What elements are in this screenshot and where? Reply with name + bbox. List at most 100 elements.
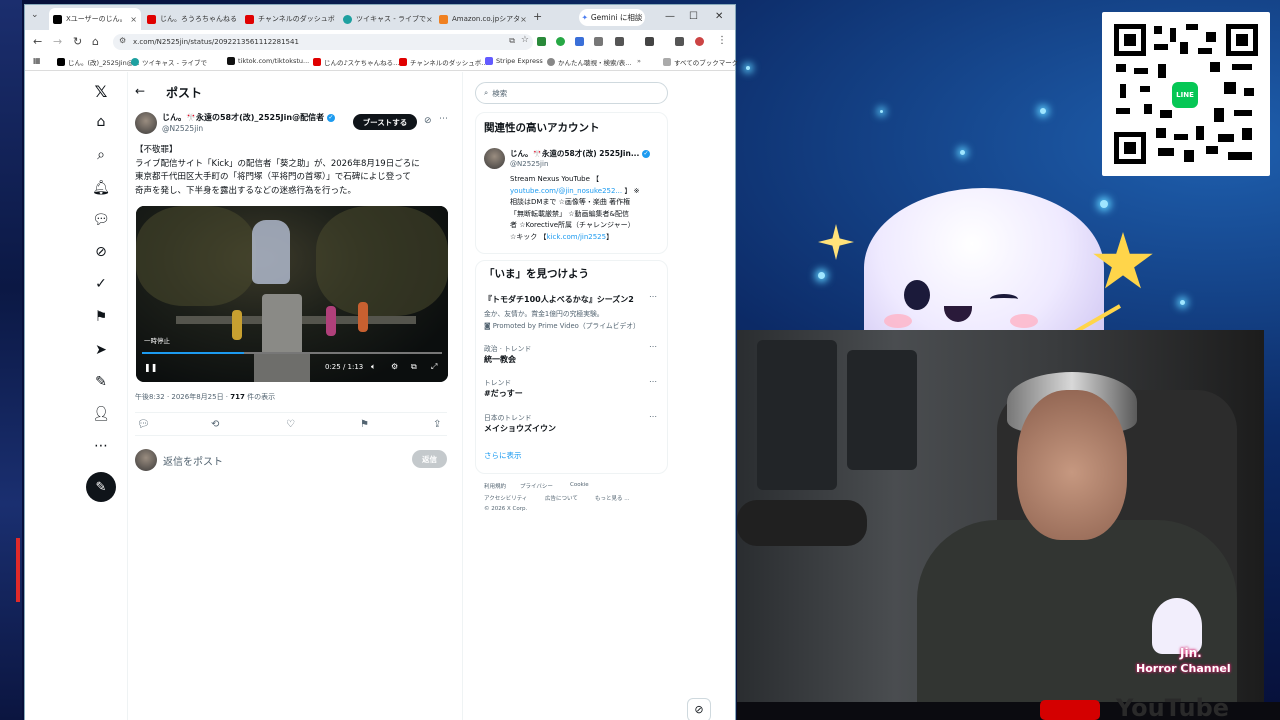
bookmark-item[interactable]: かんたん聴視・検索/表...	[547, 57, 631, 67]
bookmark-item[interactable]: じんの♪スケちゃんねる...	[313, 57, 399, 67]
bookmark-item[interactable]: tiktok.com/tiktokstu...	[227, 57, 309, 65]
footer-link[interactable]: もっと見る ...	[595, 494, 630, 502]
tab-youtube-dashboard[interactable]: チャンネルのダッシュボ×	[241, 8, 335, 30]
back-icon[interactable]: ←	[33, 35, 42, 48]
notifications-icon[interactable]: 🔔︎	[91, 180, 111, 200]
trend-more-icon[interactable]: ⋯	[649, 377, 657, 386]
communities-icon[interactable]: ✓	[91, 276, 111, 296]
all-bookmarks[interactable]: すべてのブックマーク	[663, 57, 738, 67]
lists-icon[interactable]: ✎	[91, 374, 111, 394]
address-bar[interactable]: ⚙ x.com/N2525jin/status/2092213561112281…	[113, 34, 533, 50]
site-info-icon[interactable]: ⚙	[119, 36, 126, 45]
author-handle[interactable]: @N2525jin	[162, 124, 203, 133]
share-icon[interactable]: ⇪	[433, 419, 441, 430]
url-text: x.com/N2525jin/status/209221356111228154…	[133, 38, 299, 46]
tab-x-post[interactable]: Xユーザーのじん。 ×	[49, 8, 141, 30]
bookmark-icon[interactable]: ⚑	[360, 419, 369, 430]
reading-list-icon[interactable]	[675, 37, 684, 46]
tab-amazon[interactable]: Amazon.co.jpシアタ ×	[435, 8, 529, 30]
trend-name[interactable]: #だっすー	[484, 388, 523, 399]
reply-icon[interactable]: 💬︎	[137, 419, 150, 430]
grok-icon[interactable]: ⊘	[91, 244, 111, 264]
footer-link[interactable]: アクセシビリティ	[484, 494, 527, 502]
profile-icon[interactable]: 👤︎	[91, 406, 111, 426]
bookmark-item[interactable]: Stripe Express	[485, 57, 543, 65]
browser-avatar[interactable]	[695, 37, 704, 46]
settings-icon[interactable]: ⚙	[391, 362, 398, 371]
video-progress-bar[interactable]	[142, 352, 442, 354]
tab-youtube-channel[interactable]: じん。ろうろちゃんねる×	[143, 8, 237, 30]
trend-name[interactable]: メイショウズイウン	[484, 423, 556, 434]
extension-icon[interactable]	[556, 37, 565, 46]
extensions-puzzle-icon[interactable]	[615, 37, 624, 46]
boost-button[interactable]: ブーストする	[353, 114, 417, 130]
promo-title[interactable]: 『トモダチ100人よべるかな』シーズン2	[484, 294, 634, 305]
footer-link[interactable]: 利用規約	[484, 482, 506, 490]
like-icon[interactable]: ♡	[286, 419, 295, 430]
reply-button[interactable]: 返信	[412, 450, 447, 468]
jobs-icon[interactable]: ➤	[91, 342, 111, 362]
trend-more-icon[interactable]: ⋯	[649, 292, 657, 301]
repost-icon[interactable]: ⟲	[211, 419, 219, 430]
gemini-button[interactable]: ✦ Gemini に相談	[579, 9, 645, 26]
grok-explain-icon[interactable]: ⊘	[424, 116, 432, 126]
footer-link[interactable]: 広告について	[545, 494, 578, 502]
author-name[interactable]: じん。🎌永遠の58才(改)_2525Jin@配信者 ✓	[162, 112, 335, 123]
show-more-link[interactable]: さらに表示	[484, 450, 522, 461]
tab-twitcasting[interactable]: ツイキャス - ライブで ×	[339, 8, 433, 30]
close-window-button[interactable]: ✕	[715, 11, 723, 22]
grok-float-button[interactable]: ⊘	[687, 698, 711, 720]
trend-more-icon[interactable]: ⋯	[649, 342, 657, 351]
forward-icon[interactable]: →	[53, 35, 62, 48]
bookmark-item[interactable]: チャンネルのダッシュボ...	[399, 57, 488, 67]
post-timestamp[interactable]: 午後8:32 · 2026年8月25日 ·	[135, 393, 230, 401]
bookmark-star-icon[interactable]: ☆	[521, 35, 529, 45]
reload-icon[interactable]: ↻	[73, 35, 82, 48]
bookmark-label: Stripe Express	[496, 57, 543, 65]
maximize-button[interactable]: ☐	[689, 11, 698, 22]
search-input[interactable]: ⌕ 検索	[475, 82, 668, 104]
volume-icon[interactable]: 🔈︎	[371, 362, 376, 372]
footer-link[interactable]: プライバシー	[520, 482, 553, 490]
messages-icon[interactable]: 💬︎	[91, 212, 111, 232]
profile-switch-icon[interactable]	[645, 37, 654, 46]
extension-icon[interactable]	[594, 37, 603, 46]
trend-category: トレンド	[484, 379, 512, 387]
related-name[interactable]: じん。🎌永遠の58才(改) 2525Jin... ✓	[510, 148, 650, 159]
video-player[interactable]: 一時停止 ❚❚ 0:25 / 1:13 🔈︎ ⚙ ⧉ ⤢	[136, 206, 448, 382]
minimize-button[interactable]: —	[665, 11, 675, 22]
youtube-logo-icon	[1040, 700, 1100, 720]
footer-link[interactable]: Cookie	[570, 482, 589, 488]
post-text-line: ライブ配信サイト「Kick」の配信者「葵之助」が、2026年8月19日ごろに	[135, 158, 420, 169]
bio-link[interactable]: kick.com/jin2525	[547, 233, 607, 241]
extension-icon[interactable]	[575, 37, 584, 46]
post-compose-button[interactable]: ✎	[86, 472, 116, 502]
home-icon[interactable]: ⌂	[91, 114, 111, 134]
install-icon[interactable]: ⧉	[509, 36, 515, 46]
x-logo-icon[interactable]: 𝕏	[91, 82, 111, 102]
trend-more-icon[interactable]: ⋯	[649, 412, 657, 421]
bio-link[interactable]: youtube.com/@jin_nosuke252...	[510, 187, 622, 195]
tab-search-icon[interactable]: ⌄	[31, 10, 39, 20]
browser-menu-icon[interactable]: ⋮	[717, 35, 727, 46]
extension-icon[interactable]	[537, 37, 546, 46]
apps-grid-icon[interactable]: ▦	[33, 56, 41, 65]
new-tab-button[interactable]: +	[533, 10, 542, 23]
home-browser-icon[interactable]: ⌂	[92, 35, 99, 48]
trend-name[interactable]: 統一教会	[484, 354, 516, 365]
author-avatar[interactable]	[135, 112, 157, 134]
related-avatar[interactable]	[484, 148, 505, 169]
pause-icon[interactable]: ❚❚	[144, 363, 157, 372]
reply-input[interactable]: 返信をポスト	[163, 453, 223, 468]
bookmarks-icon[interactable]: ⚑	[91, 309, 111, 329]
pip-icon[interactable]: ⧉	[411, 362, 417, 372]
post-more-icon[interactable]: ⋯	[439, 114, 448, 124]
bookmark-item[interactable]: じん。(改)_2525Jin@...	[57, 57, 139, 67]
back-arrow-icon[interactable]: ←	[135, 84, 145, 98]
bookmark-item[interactable]: ツイキャス - ライブで	[131, 57, 207, 67]
more-icon[interactable]: ⋯	[91, 438, 111, 458]
fullscreen-icon[interactable]: ⤢	[431, 362, 437, 372]
search-icon[interactable]: ⌕	[91, 147, 111, 167]
ghost-mascot	[864, 188, 1104, 348]
bookmarks-overflow[interactable]: »	[637, 57, 641, 65]
